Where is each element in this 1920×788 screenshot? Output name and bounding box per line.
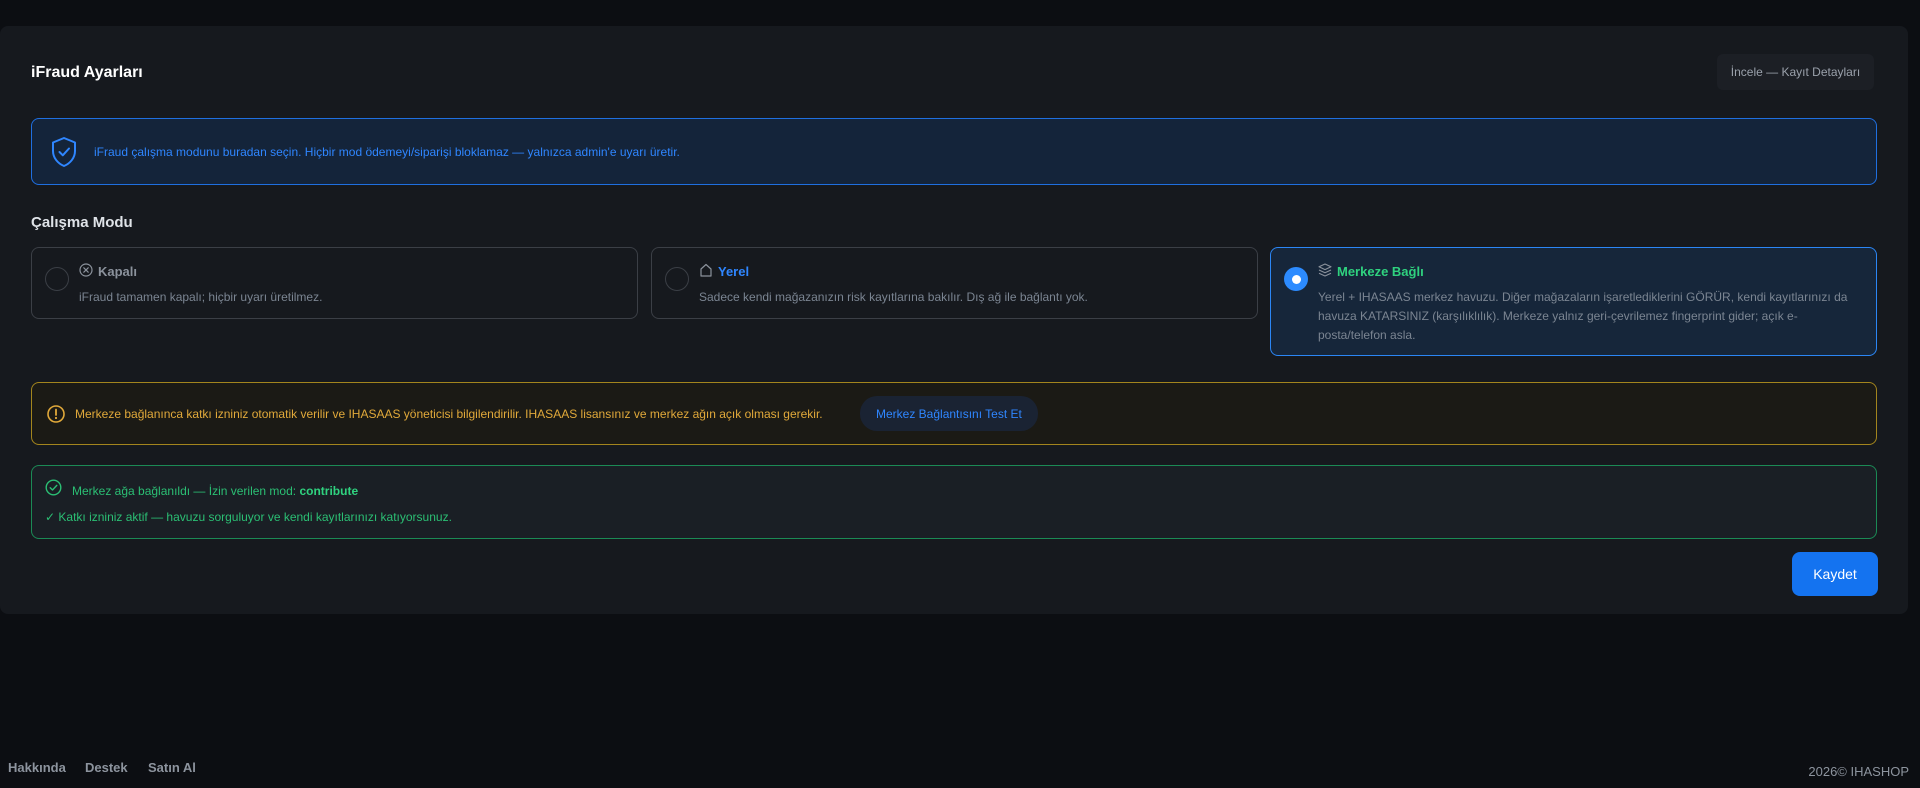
mode-title-yerel: Yerel: [718, 264, 750, 279]
copyright: 2026© IHASHOP: [1808, 764, 1909, 779]
mode-desc-merkeze-bagli: Yerel + IHASAAS merkez havuzu. Diğer mağ…: [1318, 290, 1848, 342]
mode-desc-yerel: Sadece kendi mağazanızın risk kayıtların…: [699, 290, 1088, 304]
shield-check-icon: [50, 136, 78, 168]
check-circle-icon: [45, 479, 62, 496]
layers-icon: [1318, 263, 1332, 280]
mode-title-merkeze-bagli: Merkeze Bağlı: [1337, 264, 1424, 279]
status-line-1: Merkez ağa bağlanıldı — İzin verilen mod…: [72, 484, 358, 498]
home-icon: [699, 263, 713, 280]
mode-desc-kapali: iFraud tamamen kapalı; hiçbir uyarı üret…: [79, 290, 323, 304]
radio-yerel[interactable]: [665, 267, 689, 291]
status-mode-value: contribute: [299, 484, 359, 498]
warning-circle-icon: [46, 404, 66, 424]
status-connected-text: Merkez ağa bağlanıldı — İzin verilen mod…: [72, 484, 297, 498]
footer-link-about[interactable]: Hakkında: [8, 760, 66, 775]
info-text: iFraud çalışma modunu buradan seçin. Hiç…: [94, 144, 680, 159]
status-line-2: ✓ Katkı izniniz aktif — havuzu sorguluyo…: [45, 510, 452, 524]
page-title: iFraud Ayarları: [31, 64, 143, 81]
footer-link-buy[interactable]: Satın Al: [148, 760, 196, 775]
radio-kapali[interactable]: [45, 267, 69, 291]
inspect-records-button[interactable]: İncele — Kayıt Detayları: [1717, 54, 1874, 90]
radio-merkeze-bagli[interactable]: [1284, 267, 1308, 291]
mode-title-kapali: Kapalı: [98, 264, 138, 279]
info-banner: iFraud çalışma modunu buradan seçin. Hiç…: [31, 118, 1877, 185]
save-button[interactable]: Kaydet: [1792, 552, 1878, 596]
mode-section-title: Çalışma Modu: [31, 214, 133, 231]
mode-option-merkeze-bagli[interactable]: Merkeze Bağlı Yerel + IHASAAS merkez hav…: [1270, 247, 1877, 356]
test-connection-button[interactable]: Merkez Bağlantısını Test Et: [860, 396, 1038, 431]
mode-option-kapali[interactable]: Kapalı iFraud tamamen kapalı; hiçbir uya…: [31, 247, 638, 319]
x-circle-icon: [79, 263, 93, 280]
footer-link-support[interactable]: Destek: [85, 760, 128, 775]
warning-banner: Merkeze bağlanınca katkı izniniz otomati…: [31, 382, 1877, 445]
mode-option-yerel[interactable]: Yerel Sadece kendi mağazanızın risk kayı…: [651, 247, 1258, 319]
warning-text: Merkeze bağlanınca katkı izniniz otomati…: [75, 407, 823, 421]
connection-status-banner: Merkez ağa bağlanıldı — İzin verilen mod…: [31, 465, 1877, 539]
